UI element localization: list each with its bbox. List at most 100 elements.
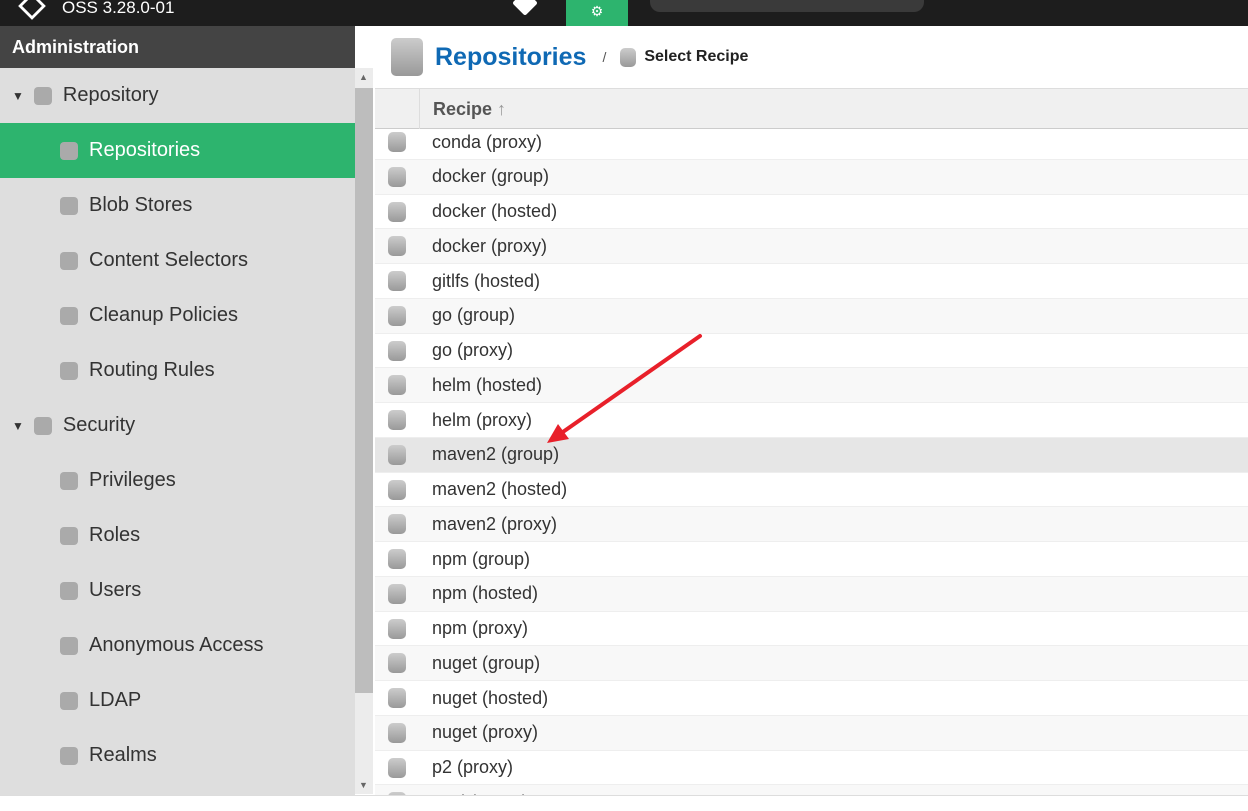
sidebar-item-repository[interactable]: ▼ Repository [0,68,355,123]
database-icon [388,236,406,257]
database-icon [388,722,406,743]
table-row[interactable]: npm (hosted) [375,575,1248,611]
top-bar: OSS 3.28.0-01 ⚙ [0,0,1248,26]
table-row[interactable]: conda (proxy) [375,130,1248,159]
table-row[interactable]: p2 (proxy) [375,749,1248,785]
browse-icon[interactable] [512,0,538,16]
column-divider [419,89,420,129]
expand-triangle-icon[interactable]: ▼ [12,89,24,103]
table-header: Recipe ↑ [375,89,1248,129]
table-row[interactable]: docker (proxy) [375,228,1248,264]
sidebar-item-blob-stores[interactable]: Blob Stores [0,178,355,233]
sidebar-item-label: Repositories [89,139,201,161]
sidebar-item-label: Realms [89,744,157,766]
table-row[interactable]: pypi (group) [375,784,1248,795]
recipe-name: maven2 (group) [432,444,560,465]
shield-icon [60,746,78,765]
sidebar-item-label: Cleanup Policies [89,304,238,326]
sidebar: Administration ▼ Repository Repositories Bl… [0,26,355,811]
column-label: Recipe [433,99,493,119]
table-row[interactable]: nuget (proxy) [375,714,1248,750]
table-row[interactable]: go (group) [375,297,1248,333]
recipe-name: nuget (hosted) [432,687,549,708]
database-icon [388,549,406,569]
sidebar-item-repositories[interactable]: Repositories [0,123,355,178]
sidebar-item-realms[interactable]: Realms [0,728,355,783]
database-icon [60,141,78,160]
recipe-name: gitlfs (hosted) [432,270,541,291]
version-label: OSS 3.28.0-01 [62,0,175,17]
main-panel: Repositories / Select Recipe Recipe ↑ co… [375,26,1248,795]
sidebar-title: Administration [0,26,355,68]
recipe-name: nuget (group) [432,652,541,673]
scrollbar-thumb[interactable] [355,88,373,693]
table-row[interactable]: gitlfs (hosted) [375,263,1248,298]
table-row[interactable]: maven2 (hosted) [375,471,1248,507]
admin-gear-button[interactable]: ⚙ [566,0,628,26]
page-title[interactable]: Repositories [435,43,586,72]
sidebar-item-label: Routing Rules [89,359,215,381]
sidebar-item-label: Roles [89,524,141,546]
scroll-up-icon[interactable]: ▲ [359,72,368,82]
broom-icon [60,306,78,325]
recipe-name: npm (proxy) [432,618,529,638]
server-icon [60,196,78,215]
sidebar-item-label: Users [89,579,142,601]
table-row[interactable]: nuget (hosted) [375,680,1248,715]
table-row[interactable]: helm (proxy) [375,402,1248,437]
sidebar-item-ldap[interactable]: LDAP [0,673,355,728]
logo-icon[interactable] [18,0,46,20]
medal-icon [60,471,78,490]
sidebar-item-privileges[interactable]: Privileges [0,453,355,508]
role-icon [60,526,78,545]
table-row[interactable]: helm (hosted) [375,367,1248,403]
recipe-name: docker (group) [432,166,550,187]
database-icon [33,86,52,105]
sidebar-item-label: Blob Stores [89,194,193,216]
sidebar-item-label: Repository [62,84,159,106]
router-icon [60,361,78,380]
sidebar-item-label: Privileges [89,469,176,491]
recipe-name: go (proxy) [432,340,514,360]
recipe-name: docker (proxy) [432,235,548,256]
database-icon [388,375,406,396]
sidebar-item-label: LDAP [89,689,142,711]
database-icon [391,38,423,76]
recipe-list: conda (proxy) docker (group) docker (hoste… [375,130,1248,795]
sidebar-item-routing-rules[interactable]: Routing Rules [0,343,355,398]
sidebar-item-cleanup-policies[interactable]: Cleanup Policies [0,288,355,343]
table-row[interactable]: npm (proxy) [375,610,1248,646]
database-icon [388,305,406,326]
sort-asc-icon: ↑ [497,99,507,119]
users-icon [60,581,78,600]
sidebar-item-label: Anonymous Access [89,634,264,656]
column-header-recipe[interactable]: Recipe ↑ [433,99,506,120]
table-row[interactable]: docker (hosted) [375,193,1248,229]
search-input[interactable] [650,0,924,12]
sidebar-item-security[interactable]: ▼ Security [0,398,355,453]
table-row[interactable]: nuget (group) [375,645,1248,681]
scroll-down-icon[interactable]: ▼ [359,780,368,790]
table-row[interactable]: npm (group) [375,541,1248,576]
table-row[interactable]: maven2 (group) [375,436,1248,472]
recipe-name: npm (group) [432,548,531,569]
table-row[interactable]: maven2 (proxy) [375,506,1248,542]
sidebar-item-users[interactable]: Users [0,563,355,618]
recipe-name: p2 (proxy) [432,757,514,777]
table-row[interactable]: go (proxy) [375,332,1248,368]
recipe-name: go (group) [432,305,516,326]
sidebar-scrollbar[interactable]: ▲ ▼ [355,68,373,794]
database-icon [388,583,406,604]
expand-triangle-icon[interactable]: ▼ [12,419,24,433]
recipe-name: npm (hosted) [432,583,539,604]
database-icon [388,410,406,430]
recipe-name: maven2 (proxy) [432,513,558,534]
database-icon [388,618,406,639]
recipe-name: helm (hosted) [432,374,543,395]
sidebar-item-label: Content Selectors [89,249,248,271]
sidebar-item-content-selectors[interactable]: Content Selectors [0,233,355,288]
database-icon [388,514,406,535]
sidebar-item-roles[interactable]: Roles [0,508,355,563]
table-row[interactable]: docker (group) [375,158,1248,194]
sidebar-item-anonymous-access[interactable]: Anonymous Access [0,618,355,673]
